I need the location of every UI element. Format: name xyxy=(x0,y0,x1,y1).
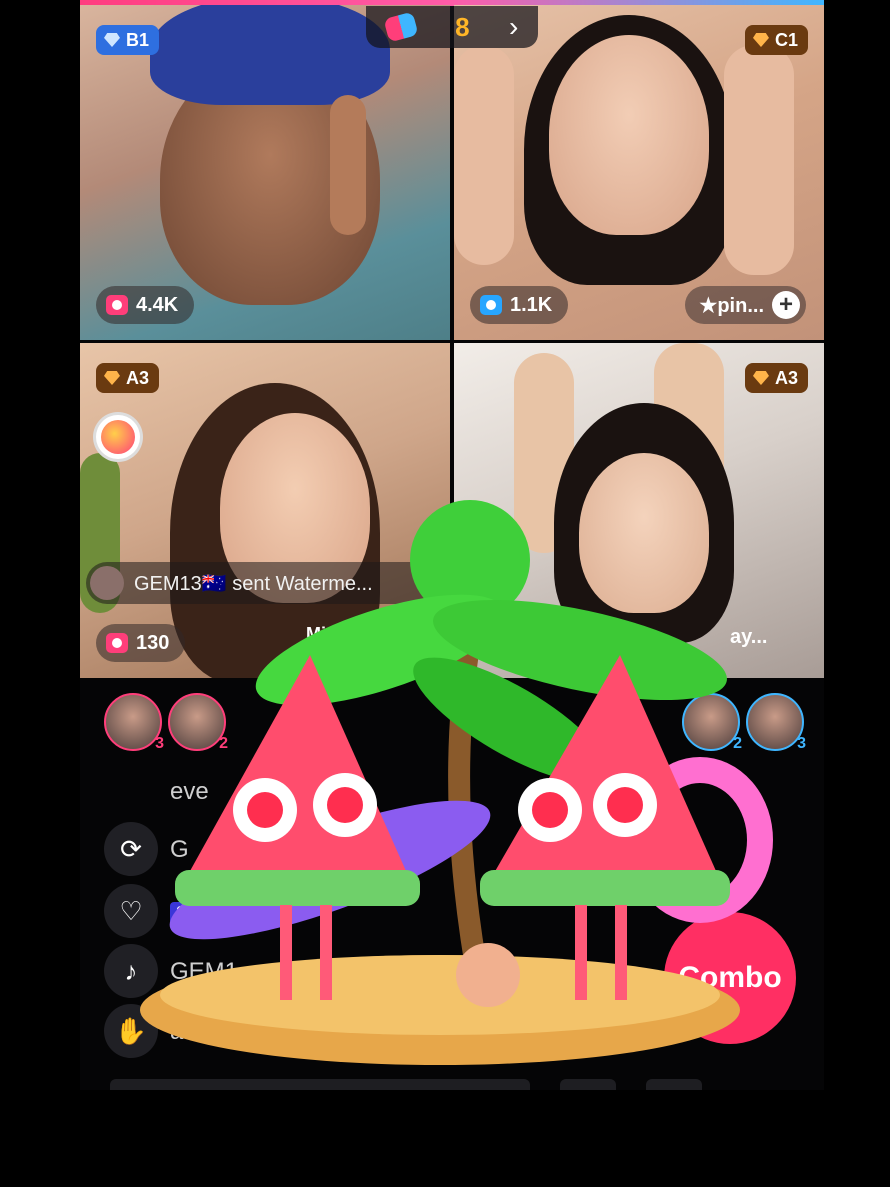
battle-score: 8 xyxy=(455,11,470,42)
raised-finger xyxy=(330,95,366,235)
chat-message: G xyxy=(170,836,189,863)
host-tile-3[interactable]: A3 130 xyxy=(80,343,450,678)
diamond-icon xyxy=(752,371,769,385)
chat-message: a197 xyxy=(170,1018,224,1045)
viewer-avatar[interactable]: 3 xyxy=(746,693,806,752)
gift-notification: GEM13🇦🇺 sent Waterme... xyxy=(86,562,498,604)
viewer-avatar[interactable]: 2 xyxy=(168,693,228,752)
gift-count: 130 xyxy=(96,624,186,662)
rank-badge: B1 xyxy=(96,25,160,55)
host-tile-1[interactable]: B1 4.4K xyxy=(80,5,450,340)
gift-icon xyxy=(480,295,502,315)
chat-text: liked the xyxy=(208,898,298,925)
tiktok-icon[interactable]: ♪ xyxy=(104,944,158,998)
pinned-user-label: ★pin... xyxy=(699,294,764,317)
viewer-avatar[interactable]: 2 xyxy=(682,693,742,752)
rank-label: A3 xyxy=(774,367,798,388)
chat-message: 37 liked the xyxy=(170,898,297,926)
bottom-toolbar xyxy=(110,1078,810,1090)
chat-message: eve xyxy=(170,778,209,805)
rank-badge: A3 xyxy=(96,363,160,393)
wave-icon[interactable]: ✋ xyxy=(104,1004,158,1058)
user-level-badge: 37 xyxy=(170,902,203,925)
pinned-user-pill[interactable]: ★pin... + xyxy=(685,286,806,324)
gift-count-value: 1.1K xyxy=(510,293,553,316)
overlay-name-left: MissPr xyxy=(306,624,366,644)
host-tile-4[interactable]: A3 xyxy=(454,343,824,678)
gift-count: 4.4K xyxy=(96,286,195,324)
overlay-name-right: ay... xyxy=(730,626,768,648)
viewer-rank: 3 xyxy=(155,735,164,752)
viewer-rank: 2 xyxy=(219,735,228,752)
host-portrait xyxy=(579,453,709,613)
chevron-right-icon[interactable]: › xyxy=(509,11,518,43)
top-viewers-left: 3 2 xyxy=(104,693,228,752)
host-avatar-icon[interactable] xyxy=(96,415,140,459)
gift-icon xyxy=(106,295,128,315)
battle-score-pill[interactable]: 8 › xyxy=(366,6,538,48)
raised-arm-left xyxy=(454,45,514,265)
beanie xyxy=(150,5,390,105)
gift-notification-text: GEM13🇦🇺 sent Waterme... xyxy=(134,572,373,595)
gift-count: 1.1K xyxy=(470,286,569,324)
gift-count-value: 4.4K xyxy=(136,293,179,316)
rank-label: B1 xyxy=(126,29,150,50)
diamond-icon xyxy=(104,33,120,47)
repost-icon[interactable]: ⟳ xyxy=(104,822,158,876)
follow-plus-icon[interactable]: + xyxy=(772,291,800,319)
sender-avatar xyxy=(90,566,124,600)
rank-badge: C1 xyxy=(744,25,808,55)
host-portrait xyxy=(549,35,709,235)
gift-icon xyxy=(106,633,128,653)
live-battle-screen: B1 4.4K C1 1.1K ★pin... + A3 130 A3 8 › G… xyxy=(80,0,824,1090)
raised-arm-right xyxy=(724,45,794,275)
rank-badge: A3 xyxy=(744,363,808,393)
viewer-rank: 2 xyxy=(733,735,742,752)
viewer-avatar[interactable]: 3 xyxy=(104,693,164,752)
battle-gloves-icon xyxy=(383,11,419,43)
top-viewers-right: 2 3 xyxy=(682,693,806,752)
heart-icon[interactable]: ♡ xyxy=(104,884,158,938)
combo-button[interactable]: Combo xyxy=(664,912,796,1044)
diamond-icon xyxy=(104,371,120,385)
rank-label: A3 xyxy=(126,367,150,388)
gift-count-value: 130 xyxy=(136,631,170,654)
host-tile-2[interactable]: C1 1.1K ★pin... + xyxy=(454,5,824,340)
chat-message: GEM1 xyxy=(170,958,239,985)
viewer-rank: 3 xyxy=(797,735,806,752)
rank-label: C1 xyxy=(774,29,798,50)
diamond-icon xyxy=(752,33,769,47)
